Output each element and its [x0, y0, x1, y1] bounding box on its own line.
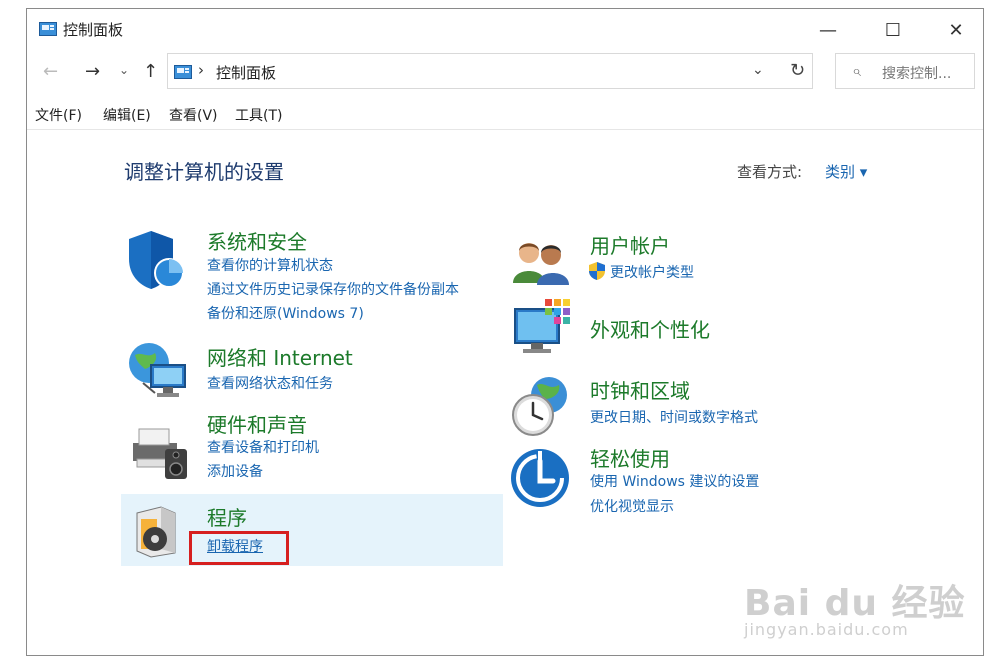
users-icon: [513, 243, 569, 285]
network-globe-icon: [129, 343, 186, 397]
close-button[interactable]: ✕: [933, 13, 979, 47]
page-title: 调整计算机的设置: [124, 160, 284, 184]
window-title: 控制面板: [63, 21, 124, 39]
link-devices-printers[interactable]: 查看设备和打印机: [207, 437, 319, 457]
recent-locations-button[interactable]: ⌄: [119, 63, 129, 77]
category-system-security[interactable]: 系统和安全: [207, 226, 307, 255]
category-clock-region[interactable]: 时钟和区域: [590, 375, 690, 404]
link-file-history-backup[interactable]: 通过文件历史记录保存你的文件备份副本: [207, 279, 459, 299]
category-network-internet[interactable]: 网络和 Internet: [207, 342, 353, 371]
search-placeholder: 搜索控制...: [882, 66, 952, 82]
address-dropdown-button[interactable]: ⌄: [752, 62, 764, 78]
minimize-button[interactable]: —: [805, 13, 851, 47]
menu-view[interactable]: 查看(V): [169, 105, 218, 125]
printer-speaker-icon: [133, 428, 187, 479]
maximize-button[interactable]: ☐: [870, 13, 916, 47]
watermark-logo: Bai du 经验: [744, 583, 966, 624]
category-programs[interactable]: 程序: [207, 502, 247, 531]
link-add-device[interactable]: 添加设备: [207, 461, 263, 481]
ease-of-access-icon: [511, 449, 569, 507]
category-hardware-sound[interactable]: 硬件和声音: [207, 409, 307, 438]
category-user-accounts[interactable]: 用户帐户: [590, 230, 670, 259]
title-bar: 控制面板 — ☐ ✕: [27, 9, 983, 49]
breadcrumb-item[interactable]: 控制面板: [216, 62, 276, 83]
control-panel-icon: [39, 22, 57, 36]
baidu-watermark: Bai du 经验 jingyan.baidu.com: [744, 554, 974, 654]
menu-file[interactable]: 文件(F): [35, 105, 82, 125]
menu-bar: 文件(F) 编辑(E) 查看(V) 工具(T): [27, 103, 983, 129]
watermark-url: jingyan.baidu.com: [744, 620, 909, 639]
clock-globe-icon: [512, 377, 567, 436]
address-bar[interactable]: › 控制面板 ⌄ ↻: [167, 53, 813, 89]
link-network-status-tasks[interactable]: 查看网络状态和任务: [207, 373, 333, 393]
uac-shield-icon: [589, 262, 605, 280]
shield-icon: [129, 231, 184, 289]
link-change-date-time-format[interactable]: 更改日期、时间或数字格式: [590, 407, 758, 427]
control-panel-icon: [174, 65, 192, 79]
menu-tools[interactable]: 工具(T): [235, 105, 282, 125]
link-backup-restore[interactable]: 备份和还原(Windows 7): [207, 303, 364, 323]
link-change-account-type[interactable]: 更改帐户类型: [610, 262, 694, 282]
breadcrumb-separator[interactable]: ›: [198, 61, 204, 79]
refresh-button[interactable]: ↻: [790, 60, 805, 81]
link-view-computer-status[interactable]: 查看你的计算机状态: [207, 255, 333, 275]
address-row: ← → ⌄ ↑ › 控制面板 ⌄ ↻ ⌕ 搜索控制...: [27, 53, 983, 91]
up-button[interactable]: ↑: [143, 61, 158, 82]
menu-divider: [27, 129, 983, 130]
view-by-label: 查看方式:: [737, 163, 803, 181]
category-appearance-personalization[interactable]: 外观和个性化: [590, 314, 710, 343]
monitor-palette-icon: [514, 299, 570, 353]
back-button[interactable]: ←: [43, 61, 58, 82]
annotation-highlight-box: [189, 531, 289, 565]
category-ease-of-access[interactable]: 轻松使用: [590, 443, 670, 472]
search-input[interactable]: ⌕ 搜索控制...: [835, 53, 975, 89]
menu-edit[interactable]: 编辑(E): [103, 105, 151, 125]
link-optimize-visual-display[interactable]: 优化视觉显示: [590, 496, 674, 516]
programs-disc-icon: [136, 506, 176, 558]
forward-button[interactable]: →: [85, 61, 100, 82]
search-icon: ⌕: [852, 61, 861, 80]
link-windows-suggested-settings[interactable]: 使用 Windows 建议的设置: [590, 471, 759, 491]
view-by-dropdown[interactable]: 类别 ▾: [825, 161, 867, 182]
